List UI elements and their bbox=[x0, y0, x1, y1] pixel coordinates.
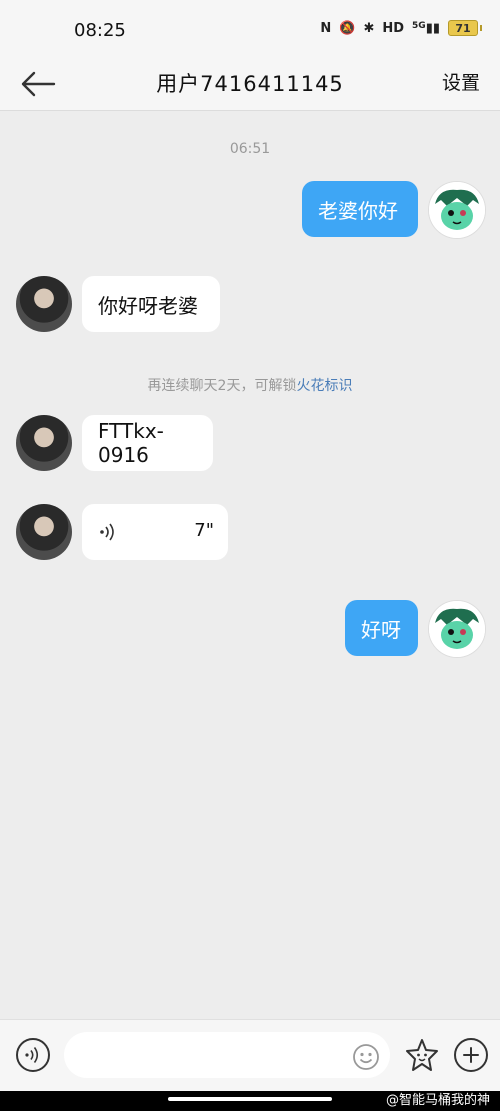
contact-avatar[interactable] bbox=[16, 276, 72, 332]
my-avatar[interactable] bbox=[428, 600, 486, 658]
voice-duration: 7" bbox=[194, 520, 214, 541]
mute-bell-icon: 🔕 bbox=[339, 20, 356, 36]
hd-icon: HD bbox=[382, 20, 405, 36]
message-text: 好呀 bbox=[361, 617, 401, 642]
status-bar: 08:25 N 🔕 ✱ HD 5G▮▮ 71 bbox=[0, 0, 500, 58]
chat-area[interactable]: 06:51 老婆你好 你好呀老婆 再连续聊天2天，可解锁火花标识 FTTkx-0… bbox=[0, 111, 500, 1019]
voice-message-bubble[interactable]: 7" bbox=[82, 504, 228, 560]
message-text: 你好呀老婆 bbox=[98, 293, 198, 318]
network-label: 5G bbox=[412, 20, 426, 31]
nfc-icon: N bbox=[320, 20, 332, 36]
battery-tip bbox=[480, 25, 482, 31]
my-avatar[interactable] bbox=[428, 181, 486, 239]
home-indicator[interactable] bbox=[168, 1097, 332, 1101]
bluetooth-icon: ✱ bbox=[363, 20, 375, 36]
settings-button[interactable]: 设置 bbox=[442, 68, 480, 95]
plus-icon bbox=[463, 1047, 479, 1063]
voice-wave-icon bbox=[100, 523, 114, 541]
message-input[interactable] bbox=[64, 1032, 390, 1078]
chat-title: 用户7416411145 bbox=[156, 72, 344, 96]
voice-input-button[interactable] bbox=[16, 1038, 50, 1072]
emoji-icon[interactable] bbox=[352, 1043, 380, 1071]
outgoing-message-bubble[interactable]: 老婆你好 bbox=[302, 181, 418, 237]
streak-notice: 再连续聊天2天，可解锁火花标识 bbox=[0, 375, 500, 395]
voice-wave-icon bbox=[25, 1047, 39, 1063]
outgoing-message-bubble[interactable]: 好呀 bbox=[345, 600, 418, 656]
contact-avatar[interactable] bbox=[16, 415, 72, 471]
message-text: 老婆你好 bbox=[318, 198, 398, 223]
streak-notice-text: 再连续聊天2天，可解锁 bbox=[147, 378, 297, 394]
incoming-message-bubble[interactable]: 你好呀老婆 bbox=[82, 276, 220, 332]
contact-avatar[interactable] bbox=[16, 504, 72, 560]
status-icons: N 🔕 ✱ HD 5G▮▮ 71 bbox=[320, 20, 482, 36]
cartoon-avatar-icon bbox=[429, 601, 485, 657]
status-time: 08:25 bbox=[74, 20, 126, 41]
cartoon-avatar-icon bbox=[429, 182, 485, 238]
sticker-icon[interactable] bbox=[404, 1037, 440, 1073]
more-plus-button[interactable] bbox=[454, 1038, 488, 1072]
message-text: FTTkx-0916 bbox=[98, 419, 164, 467]
spark-badge-link[interactable]: 火花标识 bbox=[296, 378, 352, 394]
message-timestamp: 06:51 bbox=[229, 141, 271, 157]
watermark: @智能马桶我的神 bbox=[385, 1093, 490, 1108]
incoming-message-bubble[interactable]: FTTkx-0916 bbox=[82, 415, 213, 471]
signal-icon: 5G▮▮ bbox=[412, 20, 440, 36]
input-bar bbox=[0, 1019, 500, 1092]
battery-icon: 71 bbox=[448, 20, 478, 36]
chat-header: 用户7416411145 设置 bbox=[0, 58, 500, 111]
